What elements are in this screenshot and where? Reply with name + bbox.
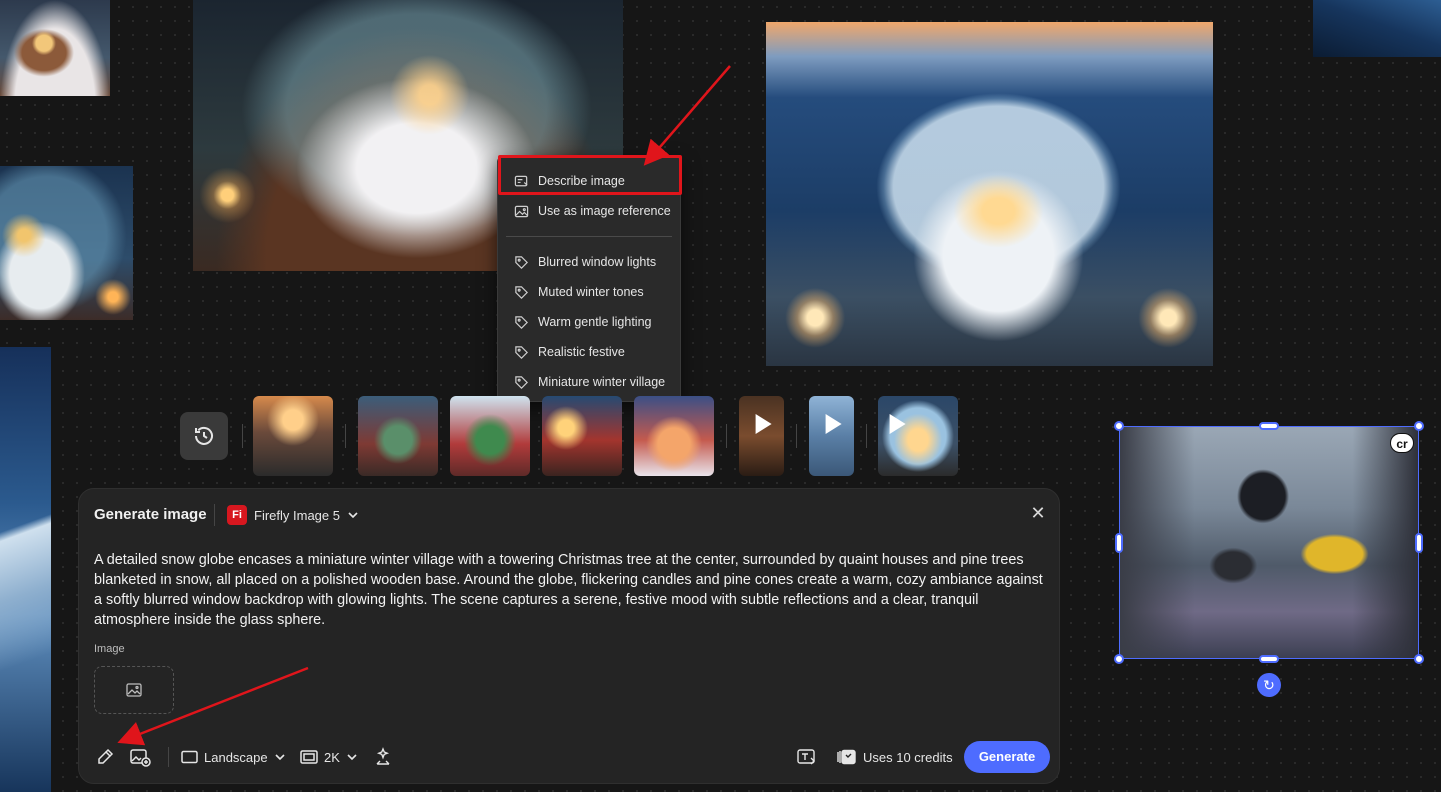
aspect-ratio-dropdown[interactable]: Landscape [181,745,286,769]
canvas-image-top-right[interactable] [1313,0,1441,57]
tag-icon [515,255,528,269]
play-icon [889,414,906,434]
sparkle-settings-icon [376,747,390,765]
credits-info: Uses 10 credits [837,745,953,769]
menu-item-label: Muted winter tones [538,285,644,299]
chevron-down-icon [275,754,285,761]
menu-item-use-as-image-reference[interactable]: Use as image reference [498,196,680,226]
prompt-toolbar: Landscape 2K Uses 10 credits Generate [79,741,1061,773]
chevron-down-icon [348,512,358,519]
strip-divider [796,424,797,448]
history-button[interactable] [180,412,228,460]
canvas-image-mountain[interactable] [0,347,51,792]
generate-image-panel: Generate image Fi Firefly Image 5 ✕ A de… [78,488,1060,784]
panel-title: Generate image [94,506,207,523]
credits-icon [837,749,856,765]
model-selector[interactable]: Fi Firefly Image 5 [227,504,359,526]
annotation-highlight-box [498,155,682,195]
menu-item-label: Miniature winter village [538,375,666,389]
selection-handle-bottom[interactable] [1259,655,1279,663]
close-icon[interactable]: ✕ [1029,504,1047,522]
toolbar-divider [168,747,169,767]
landscape-icon [181,750,198,764]
menu-item-style-tag[interactable]: Blurred window lights [498,247,680,277]
selection-handle-top[interactable] [1259,422,1279,430]
tag-icon [515,375,528,389]
resolution-value: 2K [324,749,340,765]
menu-item-style-tag[interactable]: Muted winter tones [498,277,680,307]
history-thumbnail[interactable] [634,396,714,476]
play-icon [825,414,842,434]
tag-icon [515,285,528,299]
prompt-text[interactable]: A detailed snow globe encases a miniatur… [94,550,1049,630]
canvas-image-snow-globe-left[interactable] [0,166,133,320]
history-icon [195,426,213,445]
image-icon [126,683,142,697]
history-thumbnail[interactable] [358,396,438,476]
history-video-thumbnail[interactable] [739,396,784,476]
content-credentials-badge[interactable]: cr [1390,433,1414,453]
history-thumbnail[interactable] [253,396,333,476]
menu-item-label: Blurred window lights [538,255,657,269]
rotate-icon[interactable]: ↻ [1257,673,1281,697]
annotation-arrow-menu [643,65,731,166]
strip-divider [726,424,727,448]
history-thumbnail[interactable] [450,396,530,476]
selection-handle-bottom-left[interactable] [1114,654,1124,664]
play-icon [755,414,772,434]
canvas-image-snow-globe-mountains[interactable] [766,22,1213,366]
menu-item-style-tag[interactable]: Warm gentle lighting [498,307,680,337]
menu-item-label: Realistic festive [538,345,625,359]
selection-handle-top-right[interactable] [1414,421,1424,431]
aspect-ratio-value: Landscape [204,749,268,765]
firefly-logo-icon: Fi [227,505,247,525]
strip-divider [866,424,867,448]
eyedropper-icon [98,748,114,764]
credits-text: Uses 10 credits [863,749,953,765]
canvas-image-cabin[interactable] [0,0,110,96]
add-image-icon [130,749,151,767]
history-thumbnail[interactable] [542,396,622,476]
selection-handle-left[interactable] [1115,533,1123,553]
generate-button[interactable]: Generate [964,741,1050,773]
selection-handle-right[interactable] [1415,533,1423,553]
resolution-icon [300,750,318,764]
canvas-image-rainy-street-selected[interactable] [1119,426,1419,659]
history-video-thumbnail[interactable] [878,396,958,476]
strip-divider [242,424,243,448]
panel-title-divider [214,504,215,526]
menu-item-label: Warm gentle lighting [538,315,652,329]
chevron-down-icon [347,754,357,761]
resolution-dropdown[interactable]: 2K [300,745,358,769]
menu-item-style-tag[interactable]: Miniature winter village [498,367,680,397]
tag-icon [515,315,528,329]
selection-handle-top-left[interactable] [1114,421,1124,431]
menu-item-label: Use as image reference [538,204,671,218]
model-name: Firefly Image 5 [254,507,340,523]
content-credentials-button[interactable] [796,745,818,769]
menu-divider [506,236,672,237]
history-video-thumbnail[interactable] [809,396,854,476]
style-picker-button[interactable] [95,745,115,769]
image-icon [514,205,529,217]
image-upload-slot[interactable] [94,666,174,714]
strip-divider [345,424,346,448]
add-image-button[interactable] [129,745,151,769]
image-section-label: Image [94,643,125,655]
tag-icon [515,345,528,359]
selection-handle-bottom-right[interactable] [1414,654,1424,664]
effects-button[interactable] [373,745,393,769]
text-image-icon [797,749,815,765]
menu-item-style-tag[interactable]: Realistic festive [498,337,680,367]
